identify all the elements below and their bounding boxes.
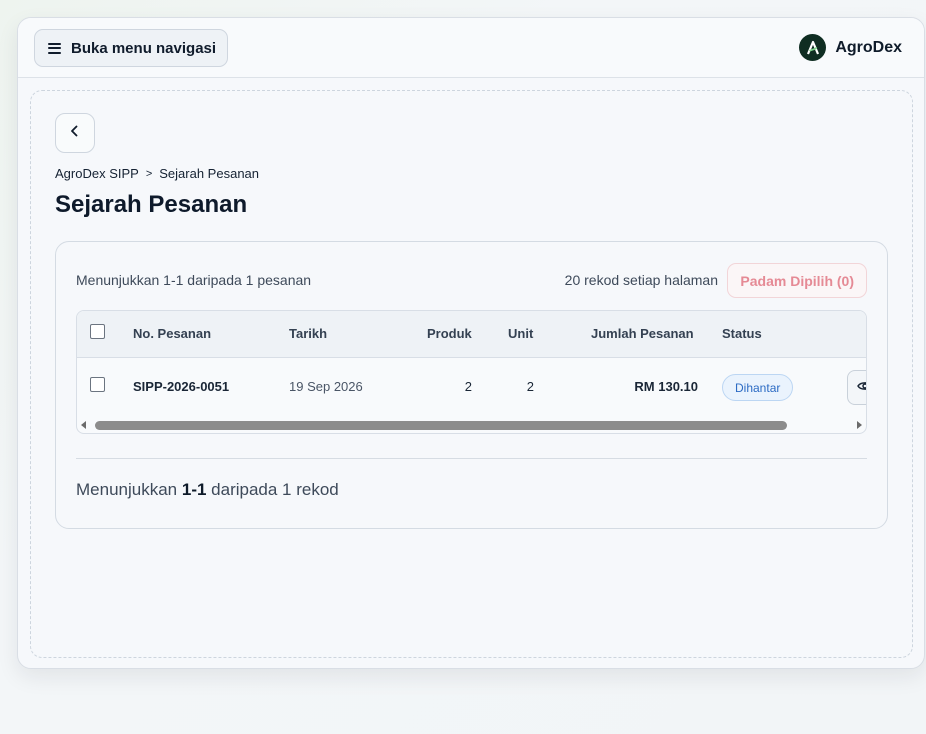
order-date: 19 Sep 2026: [289, 379, 363, 394]
eye-icon: [857, 379, 866, 397]
brand: AgroDex: [799, 34, 902, 61]
order-total: RM 130.10: [634, 379, 698, 394]
breadcrumb-separator: >: [145, 167, 153, 180]
column-header-unit[interactable]: Unit: [508, 326, 533, 341]
column-header-order-no[interactable]: No. Pesanan: [133, 326, 211, 341]
open-navigation-button[interactable]: Buka menu navigasi: [34, 29, 229, 67]
column-header-total[interactable]: Jumlah Pesanan: [591, 326, 694, 341]
scroll-left-arrow-icon[interactable]: [81, 421, 86, 429]
breadcrumb-root-link[interactable]: AgroDex SIPP: [55, 166, 139, 181]
column-header-date[interactable]: Tarikh: [289, 326, 327, 341]
orders-table: No. Pesanan Tarikh Produk Unit Jumlah Pe…: [76, 310, 867, 434]
delete-selected-button[interactable]: Padam Dipilih (0): [727, 263, 867, 298]
column-header-products[interactable]: Produk: [427, 326, 472, 341]
main-content: AgroDex SIPP > Sejarah Pesanan Sejarah P…: [30, 90, 913, 658]
chevron-left-icon: [69, 124, 81, 142]
column-header-status[interactable]: Status: [722, 326, 762, 341]
view-order-button[interactable]: [847, 370, 866, 405]
scroll-right-arrow-icon[interactable]: [857, 421, 862, 429]
pagination-summary: Menunjukkan 1-1 daripada 1 rekod: [76, 480, 339, 500]
breadcrumb: AgroDex SIPP > Sejarah Pesanan: [55, 166, 259, 181]
per-page-label: 20 rekod setiap halaman: [564, 272, 718, 288]
unit-count: 2: [526, 379, 534, 394]
page-title: Sejarah Pesanan: [55, 191, 248, 218]
scrollbar-thumb[interactable]: [95, 421, 787, 430]
pagination-range: 1-1: [181, 480, 207, 499]
open-navigation-label: Buka menu navigasi: [71, 39, 217, 57]
row-checkbox[interactable]: [90, 377, 105, 392]
brand-name: AgroDex: [835, 38, 902, 56]
product-count: 2: [464, 379, 472, 394]
order-number[interactable]: SIPP-2026-0051: [133, 379, 229, 394]
divider: [76, 458, 867, 459]
pagination-suffix: daripada 1 rekod: [211, 480, 339, 499]
status-badge: Dihantar: [722, 374, 794, 401]
horizontal-scrollbar[interactable]: [77, 417, 866, 433]
breadcrumb-current: Sejarah Pesanan: [159, 166, 260, 181]
agrodex-logo-icon: [799, 34, 827, 61]
table-header: No. Pesanan Tarikh Produk Unit Jumlah Pe…: [77, 311, 866, 358]
pagination-prefix: Menunjukkan: [76, 480, 178, 499]
select-all-checkbox[interactable]: [90, 324, 105, 339]
orders-card: Menunjukkan 1-1 daripada 1 pesanan 20 re…: [55, 241, 888, 529]
back-button[interactable]: [55, 113, 95, 153]
results-summary: Menunjukkan 1-1 daripada 1 pesanan: [76, 272, 312, 288]
app-window: Buka menu navigasi AgroDex AgroDex SIPP …: [17, 17, 925, 669]
menu-icon: [48, 42, 61, 54]
top-bar: Buka menu navigasi AgroDex: [18, 18, 924, 78]
